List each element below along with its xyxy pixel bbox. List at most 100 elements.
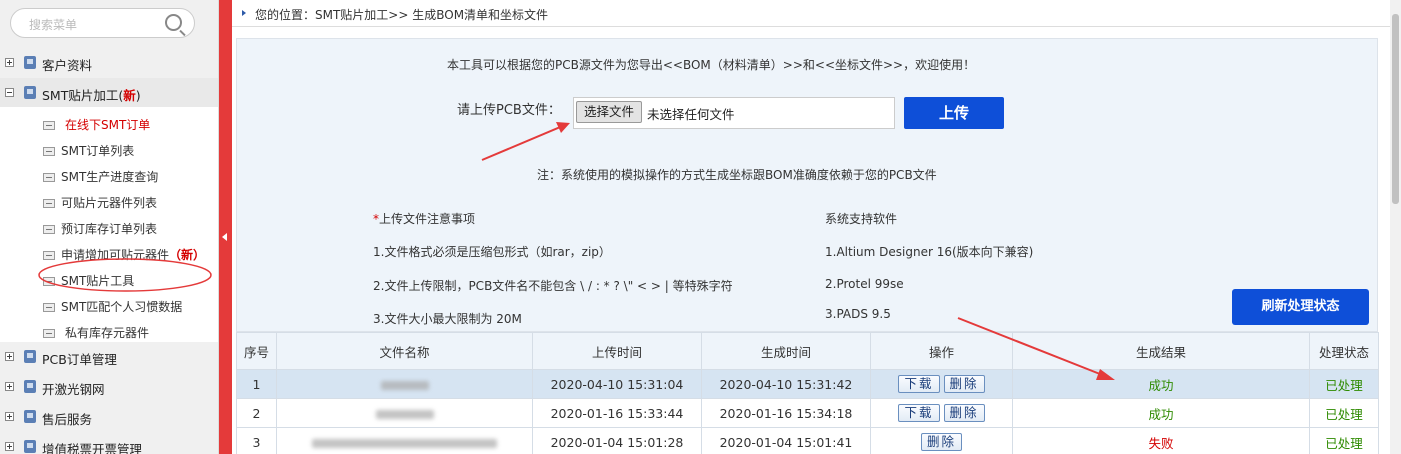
accuracy-note: 注：系统使用的模拟操作的方式生成坐标跟BOM准确度依赖于您的PCB文件: [537, 168, 937, 182]
sidebar-group-label: SMT贴片加工(新): [42, 88, 141, 103]
sidebar-group-smt[interactable]: SMT贴片加工(新): [0, 78, 218, 108]
search-placeholder: 搜索菜单: [29, 18, 78, 32]
delete-button[interactable]: 删除: [943, 375, 985, 393]
collapse-icon[interactable]: [5, 88, 14, 97]
row-generate-time: 2020-01-04 15:01:41: [701, 427, 871, 454]
new-badge: 新: [123, 88, 136, 103]
pcb-icon: [24, 350, 36, 363]
collapse-arrow-icon[interactable]: [222, 233, 227, 241]
upload-notes-title: *上传文件注意事项: [373, 212, 476, 226]
table-row[interactable]: 1 2020-04-10 15:31:04 2020-04-10 15:31:4…: [236, 369, 1379, 399]
sidebar-item-order-list[interactable]: SMT订单列表: [0, 135, 218, 161]
sidebar-item-habit-data[interactable]: SMT匹配个人习惯数据: [0, 291, 218, 317]
row-filename-redacted: [276, 398, 533, 428]
breadcrumb-text: 您的位置：SMT贴片加工>> 生成BOM清单和坐标文件: [255, 8, 549, 22]
sidebar-item-label: SMT订单列表: [61, 144, 135, 158]
aftersales-icon: [24, 410, 36, 423]
sidebar-item-stock-orders[interactable]: 预订库存订单列表: [0, 213, 218, 239]
row-no: 1: [236, 369, 277, 399]
choose-file-button[interactable]: 选择文件: [576, 101, 642, 123]
sidebar-item-online-order[interactable]: 在线下SMT订单: [0, 109, 218, 135]
tool-panel: 本工具可以根据您的PCB源文件为您导出<<BOM（材料清单）>>和<<坐标文件>…: [236, 38, 1378, 332]
expand-icon[interactable]: [5, 442, 14, 451]
sidebar-group-invoice[interactable]: 增值税票开票管理: [0, 432, 218, 454]
sidebar-group-pcb[interactable]: PCB订单管理: [0, 342, 218, 372]
col-header-status: 处理状态: [1309, 332, 1379, 370]
row-status: 已处理: [1309, 369, 1379, 399]
col-header-filename: 文件名称: [276, 332, 533, 370]
upload-note: 3.文件大小最大限制为 20M: [373, 312, 522, 326]
search-icon[interactable]: [165, 14, 182, 31]
page-icon: [43, 121, 55, 130]
download-button[interactable]: 下载: [898, 375, 940, 393]
refresh-status-button[interactable]: 刷新处理状态: [1232, 289, 1369, 325]
col-header-actions: 操作: [870, 332, 1013, 370]
sidebar-item-label: SMT贴片工具: [61, 274, 135, 288]
page-icon: [43, 329, 55, 338]
sidebar-item-smt-tool[interactable]: SMT贴片工具: [0, 265, 218, 291]
row-upload-time: 2020-01-04 15:01:28: [532, 427, 702, 454]
tool-intro: 本工具可以根据您的PCB源文件为您导出<<BOM（材料清单）>>和<<坐标文件>…: [447, 58, 976, 72]
row-result: 成功: [1012, 398, 1310, 428]
sidebar-group-aftersales[interactable]: 售后服务: [0, 402, 218, 432]
customer-icon: [24, 56, 36, 69]
delete-button[interactable]: 删除: [943, 404, 985, 422]
expand-icon[interactable]: [5, 58, 14, 67]
sidebar-item-label: 申请增加可贴元器件（新）: [61, 248, 206, 262]
delete-button[interactable]: 删除: [920, 433, 962, 451]
row-upload-time: 2020-01-16 15:33:44: [532, 398, 702, 428]
new-badge: （新）: [169, 248, 206, 262]
row-actions: 下载 删除: [870, 369, 1013, 399]
sidebar-item-components[interactable]: 可贴片元器件列表: [0, 187, 218, 213]
col-header-no: 序号: [236, 332, 277, 370]
breadcrumb-arrow-icon: [242, 10, 246, 16]
row-no: 3: [236, 427, 277, 454]
sidebar-item-label: SMT匹配个人习惯数据: [61, 300, 183, 314]
invoice-icon: [24, 440, 36, 453]
table-header-row: 序号 文件名称 上传时间 生成时间 操作 生成结果 处理状态: [236, 332, 1379, 370]
software-item: 2.Protel 99se: [825, 277, 904, 291]
row-filename-redacted: [276, 369, 533, 399]
col-header-upload-time: 上传时间: [532, 332, 702, 370]
row-generate-time: 2020-01-16 15:34:18: [701, 398, 871, 428]
sidebar-group-customer[interactable]: 客户资料: [0, 48, 218, 78]
sidebar-group-label: 开激光钢网: [42, 382, 105, 397]
table-row[interactable]: 3 2020-01-04 15:01:28 2020-01-04 15:01:4…: [236, 427, 1379, 454]
scrollbar-thumb[interactable]: [1392, 14, 1399, 204]
sidebar-collapse-bar[interactable]: [219, 0, 232, 454]
row-no: 2: [236, 398, 277, 428]
upload-button[interactable]: 上传: [904, 97, 1004, 129]
file-input[interactable]: 选择文件 未选择任何文件: [573, 97, 895, 129]
sidebar-group-label: 客户资料: [42, 58, 93, 73]
sidebar-item-progress[interactable]: SMT生产进度查询: [0, 161, 218, 187]
upload-note: 2.文件上传限制，PCB文件名不能包含 \ / : * ? \" < > | 等…: [373, 279, 733, 293]
page-icon: [43, 147, 55, 156]
sidebar-item-label: SMT生产进度查询: [61, 170, 159, 184]
sidebar-item-label: 可贴片元器件列表: [61, 196, 158, 210]
sidebar: 搜索菜单 客户资料 SMT贴片加工(新) 在线下SMT订单 SMT订单列表 SM…: [0, 0, 219, 454]
sidebar-item-apply-components[interactable]: 申请增加可贴元器件（新）: [0, 239, 218, 265]
software-title: 系统支持软件: [825, 212, 898, 226]
sidebar-group-label: 增值税票开票管理: [42, 442, 143, 454]
expand-icon[interactable]: [5, 352, 14, 361]
row-upload-time: 2020-04-10 15:31:04: [532, 369, 702, 399]
sidebar-item-private-stock[interactable]: 私有库存元器件: [0, 317, 218, 343]
download-button[interactable]: 下载: [898, 404, 940, 422]
search-input[interactable]: 搜索菜单: [10, 8, 195, 38]
row-actions: 删除: [870, 427, 1013, 454]
row-filename-redacted: [276, 427, 533, 454]
sidebar-group-label: PCB订单管理: [42, 352, 117, 367]
page-scrollbar[interactable]: [1390, 0, 1401, 454]
row-result: 成功: [1012, 369, 1310, 399]
expand-icon[interactable]: [5, 412, 14, 421]
upload-note: 1.文件格式必须是压缩包形式（如rar，zip）: [373, 245, 611, 259]
row-actions: 下载 删除: [870, 398, 1013, 428]
sidebar-group-stencil[interactable]: 开激光钢网: [0, 372, 218, 402]
row-generate-time: 2020-04-10 15:31:42: [701, 369, 871, 399]
page-icon: [43, 251, 55, 260]
expand-icon[interactable]: [5, 382, 14, 391]
page-icon: [43, 225, 55, 234]
sidebar-group-label: 售后服务: [42, 412, 93, 427]
software-item: 1.Altium Designer 16(版本向下兼容): [825, 245, 1034, 259]
table-row[interactable]: 2 2020-01-16 15:33:44 2020-01-16 15:34:1…: [236, 398, 1379, 428]
